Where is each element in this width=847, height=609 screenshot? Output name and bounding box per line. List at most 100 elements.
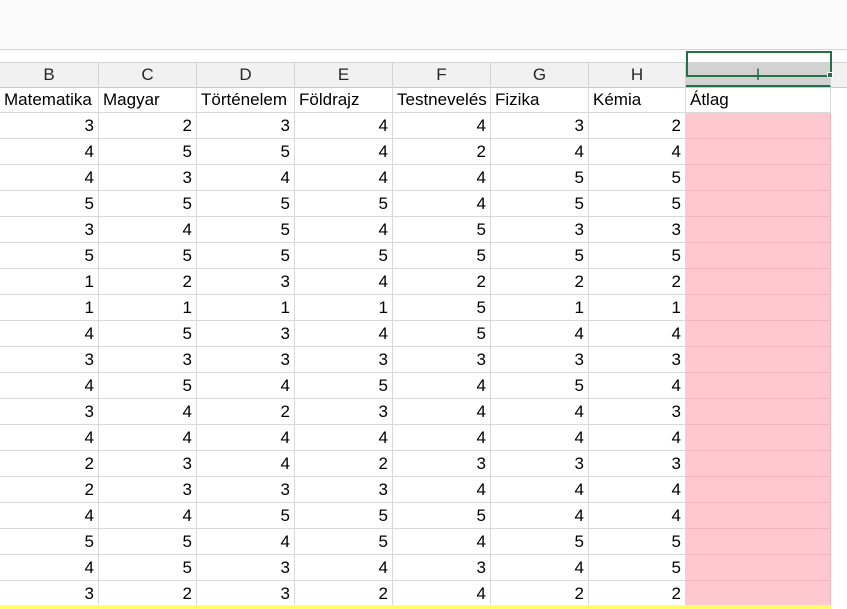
table-cell[interactable]: 2 <box>295 581 393 607</box>
table-cell[interactable]: 5 <box>0 529 99 555</box>
table-cell[interactable]: 3 <box>295 399 393 425</box>
table-cell[interactable]: 4 <box>295 113 393 139</box>
header-cell[interactable]: Átlag <box>686 87 831 113</box>
header-cell[interactable]: Kémia <box>589 87 686 113</box>
average-cell[interactable] <box>686 503 831 529</box>
table-cell[interactable]: 5 <box>491 373 589 399</box>
table-cell[interactable]: 5 <box>295 529 393 555</box>
table-cell[interactable]: 4 <box>491 555 589 581</box>
table-cell[interactable]: 1 <box>295 295 393 321</box>
table-cell[interactable]: 5 <box>491 191 589 217</box>
table-cell[interactable]: 4 <box>0 321 99 347</box>
table-cell[interactable]: 4 <box>99 503 197 529</box>
table-cell[interactable]: 3 <box>197 477 295 503</box>
table-cell[interactable]: 4 <box>197 425 295 451</box>
table-cell[interactable]: 5 <box>295 243 393 269</box>
table-cell[interactable]: 4 <box>589 321 686 347</box>
table-cell[interactable]: 4 <box>197 373 295 399</box>
table-cell[interactable]: 4 <box>589 425 686 451</box>
table-cell[interactable]: 3 <box>197 581 295 607</box>
table-cell[interactable]: 4 <box>197 529 295 555</box>
average-cell[interactable] <box>686 529 831 555</box>
table-cell[interactable]: 5 <box>99 191 197 217</box>
table-cell[interactable]: 3 <box>0 581 99 607</box>
table-cell[interactable]: 4 <box>491 425 589 451</box>
table-cell[interactable]: 3 <box>197 113 295 139</box>
table-cell[interactable]: 5 <box>589 191 686 217</box>
table-cell[interactable]: 5 <box>491 243 589 269</box>
column-header-c[interactable]: C <box>99 63 197 87</box>
average-cell[interactable] <box>686 399 831 425</box>
header-cell[interactable]: Matematika <box>0 87 99 113</box>
table-cell[interactable]: 2 <box>99 581 197 607</box>
table-cell[interactable]: 5 <box>393 243 491 269</box>
table-cell[interactable]: 5 <box>393 295 491 321</box>
table-cell[interactable]: 5 <box>99 555 197 581</box>
table-cell[interactable]: 3 <box>491 113 589 139</box>
table-cell[interactable]: 3 <box>0 217 99 243</box>
table-cell[interactable]: 4 <box>491 399 589 425</box>
table-cell[interactable]: 1 <box>99 295 197 321</box>
table-cell[interactable]: 5 <box>589 243 686 269</box>
table-cell[interactable]: 4 <box>393 191 491 217</box>
table-cell[interactable]: 2 <box>491 269 589 295</box>
average-cell[interactable] <box>686 347 831 373</box>
table-cell[interactable]: 4 <box>197 451 295 477</box>
header-cell[interactable]: Történelem <box>197 87 295 113</box>
table-cell[interactable]: 3 <box>589 217 686 243</box>
table-cell[interactable]: 1 <box>0 295 99 321</box>
header-cell[interactable]: Földrajz <box>295 87 393 113</box>
average-cell[interactable] <box>686 295 831 321</box>
table-cell[interactable]: 3 <box>393 451 491 477</box>
table-cell[interactable]: 5 <box>197 139 295 165</box>
table-cell[interactable]: 1 <box>0 269 99 295</box>
column-header-g[interactable]: G <box>491 63 589 87</box>
table-cell[interactable]: 5 <box>589 529 686 555</box>
table-cell[interactable]: 5 <box>295 191 393 217</box>
table-cell[interactable]: 2 <box>491 581 589 607</box>
table-cell[interactable]: 5 <box>99 321 197 347</box>
table-cell[interactable]: 5 <box>197 243 295 269</box>
table-cell[interactable]: 5 <box>393 503 491 529</box>
table-cell[interactable]: 4 <box>491 321 589 347</box>
table-cell[interactable]: 4 <box>589 373 686 399</box>
table-cell[interactable]: 4 <box>295 217 393 243</box>
table-cell[interactable]: 4 <box>393 581 491 607</box>
table-cell[interactable]: 5 <box>0 191 99 217</box>
table-cell[interactable]: 4 <box>295 321 393 347</box>
table-cell[interactable]: 4 <box>393 529 491 555</box>
table-cell[interactable]: 4 <box>589 477 686 503</box>
average-cell[interactable] <box>686 373 831 399</box>
table-cell[interactable]: 4 <box>0 503 99 529</box>
table-cell[interactable]: 4 <box>0 555 99 581</box>
table-cell[interactable]: 5 <box>99 373 197 399</box>
table-cell[interactable]: 3 <box>491 451 589 477</box>
table-cell[interactable]: 4 <box>0 425 99 451</box>
column-header-b[interactable]: B <box>0 63 99 87</box>
column-header-f[interactable]: F <box>393 63 491 87</box>
table-cell[interactable]: 4 <box>0 139 99 165</box>
table-cell[interactable]: 3 <box>295 477 393 503</box>
table-cell[interactable]: 4 <box>99 217 197 243</box>
table-cell[interactable]: 4 <box>295 425 393 451</box>
table-cell[interactable]: 3 <box>589 347 686 373</box>
table-cell[interactable]: 4 <box>589 503 686 529</box>
table-cell[interactable]: 4 <box>99 425 197 451</box>
table-cell[interactable]: 4 <box>393 477 491 503</box>
table-cell[interactable]: 4 <box>491 139 589 165</box>
table-cell[interactable]: 4 <box>0 165 99 191</box>
table-cell[interactable]: 2 <box>393 269 491 295</box>
table-cell[interactable]: 3 <box>589 451 686 477</box>
table-cell[interactable]: 1 <box>589 295 686 321</box>
header-cell[interactable]: Magyar <box>99 87 197 113</box>
table-cell[interactable]: 2 <box>197 399 295 425</box>
table-cell[interactable]: 5 <box>589 555 686 581</box>
table-cell[interactable]: 4 <box>393 399 491 425</box>
average-cell[interactable] <box>686 243 831 269</box>
table-cell[interactable]: 5 <box>491 529 589 555</box>
table-cell[interactable]: 2 <box>589 269 686 295</box>
table-cell[interactable]: 2 <box>589 113 686 139</box>
average-cell[interactable] <box>686 165 831 191</box>
table-cell[interactable]: 2 <box>99 113 197 139</box>
column-header-h[interactable]: H <box>589 63 686 87</box>
